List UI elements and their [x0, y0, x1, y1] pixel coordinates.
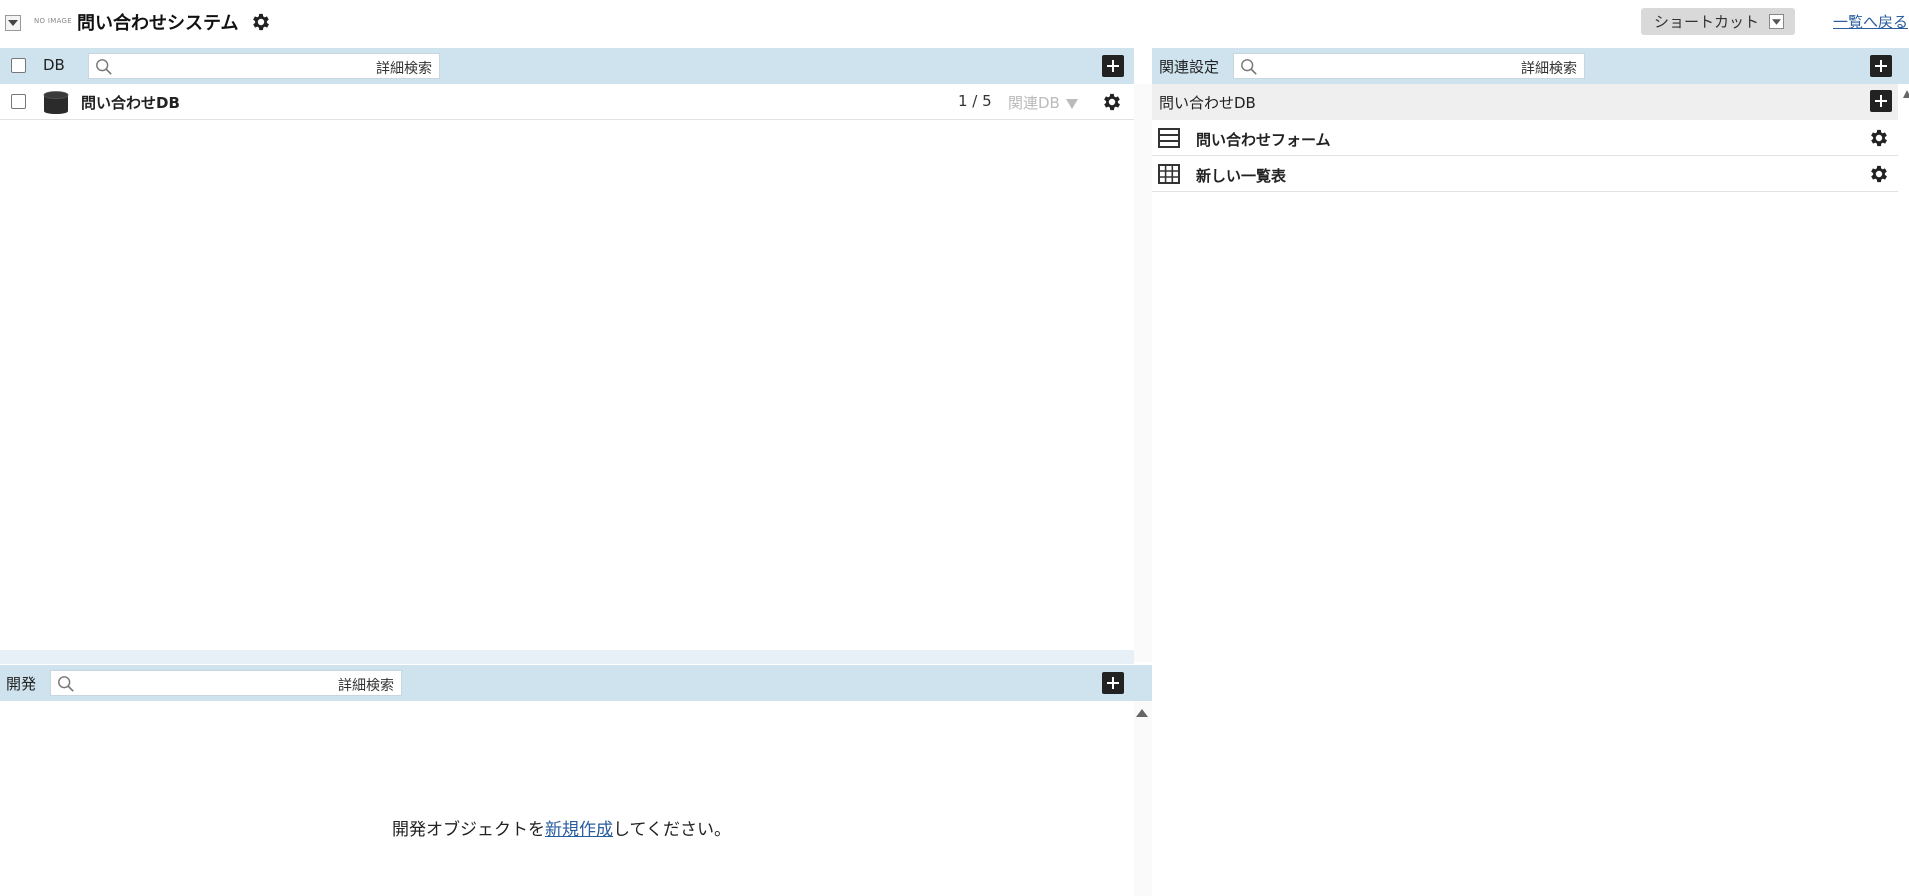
app-settings-gear-icon[interactable] [250, 11, 272, 33]
dev-panel-header: 開発 詳細検索 [0, 665, 1152, 701]
table-row[interactable]: 問い合わせDB 1 / 5 関連DB [0, 84, 1134, 120]
related-db-dropdown[interactable]: 関連DB [1008, 92, 1078, 113]
add-dev-object-button[interactable] [1102, 672, 1124, 694]
chevron-down-icon [1769, 14, 1784, 29]
db-header-label: DB [43, 56, 65, 74]
db-advanced-search-link[interactable]: 詳細検索 [376, 58, 432, 78]
db-search-input[interactable]: 詳細検索 [88, 53, 440, 79]
db-record-count: 1 / 5 [958, 92, 992, 110]
back-to-list-link[interactable]: 一覧へ戻る [1833, 11, 1908, 32]
shortcut-label: ショートカット [1654, 13, 1760, 31]
add-to-group-button[interactable] [1870, 90, 1892, 112]
form-icon [1158, 128, 1180, 148]
item-settings-gear-icon[interactable] [1868, 127, 1890, 149]
related-panel-header: 関連設定 詳細検索 [1152, 48, 1909, 84]
related-header-label: 関連設定 [1159, 58, 1220, 76]
add-db-button[interactable] [1102, 55, 1124, 77]
search-icon [95, 58, 113, 76]
search-icon [1240, 58, 1258, 76]
related-search-input[interactable]: 詳細検索 [1233, 53, 1585, 79]
search-icon [57, 675, 75, 693]
create-new-link[interactable]: 新規作成 [545, 820, 613, 840]
collapse-toggle-button[interactable] [5, 15, 21, 31]
related-db-label: 関連DB [1008, 94, 1060, 112]
related-item-name[interactable]: 新しい一覧表 [1196, 165, 1286, 186]
app-icon-placeholder: NO IMAGE [34, 17, 72, 25]
db-scrollbar[interactable] [1134, 84, 1152, 662]
list-item[interactable]: 問い合わせフォーム [1152, 120, 1898, 156]
related-group-label: 問い合わせDB [1159, 94, 1256, 112]
dev-scrollbar[interactable] [1134, 701, 1152, 896]
dev-search-input[interactable]: 詳細検索 [50, 670, 402, 696]
row-checkbox[interactable] [11, 94, 26, 109]
panel-splitter[interactable] [0, 650, 1134, 664]
related-group-header: 問い合わせDB [1152, 84, 1898, 120]
list-item[interactable]: 新しい一覧表 [1152, 156, 1898, 192]
database-icon [43, 91, 69, 114]
select-all-checkbox[interactable] [11, 58, 26, 73]
page-title: 問い合わせシステム [77, 13, 239, 34]
chevron-down-icon [8, 20, 18, 26]
item-settings-gear-icon[interactable] [1868, 163, 1890, 185]
dev-header-label: 開発 [6, 675, 37, 693]
top-bar: NO IMAGE 問い合わせシステム ショートカット 一覧へ戻る [0, 0, 1909, 47]
db-panel-header: DB 詳細検索 [0, 48, 1134, 84]
dev-empty-suffix: してください。 [613, 820, 731, 840]
shortcut-button[interactable]: ショートカット [1641, 8, 1795, 35]
dev-empty-prefix: 開発オブジェクトを [392, 820, 545, 840]
table-icon [1158, 164, 1180, 184]
dev-empty-message: 開発オブジェクトを新規作成してください。 [392, 815, 731, 840]
related-advanced-search-link[interactable]: 詳細検索 [1521, 58, 1577, 78]
related-item-name[interactable]: 問い合わせフォーム [1196, 129, 1331, 150]
chevron-down-icon [1065, 98, 1078, 109]
db-name[interactable]: 問い合わせDB [81, 92, 180, 113]
dev-advanced-search-link[interactable]: 詳細検索 [338, 675, 394, 695]
db-settings-gear-icon[interactable] [1101, 91, 1123, 113]
scroll-up-arrow-icon[interactable] [1136, 709, 1148, 717]
scroll-up-arrow-icon[interactable] [1903, 90, 1909, 98]
add-related-button[interactable] [1870, 55, 1892, 77]
